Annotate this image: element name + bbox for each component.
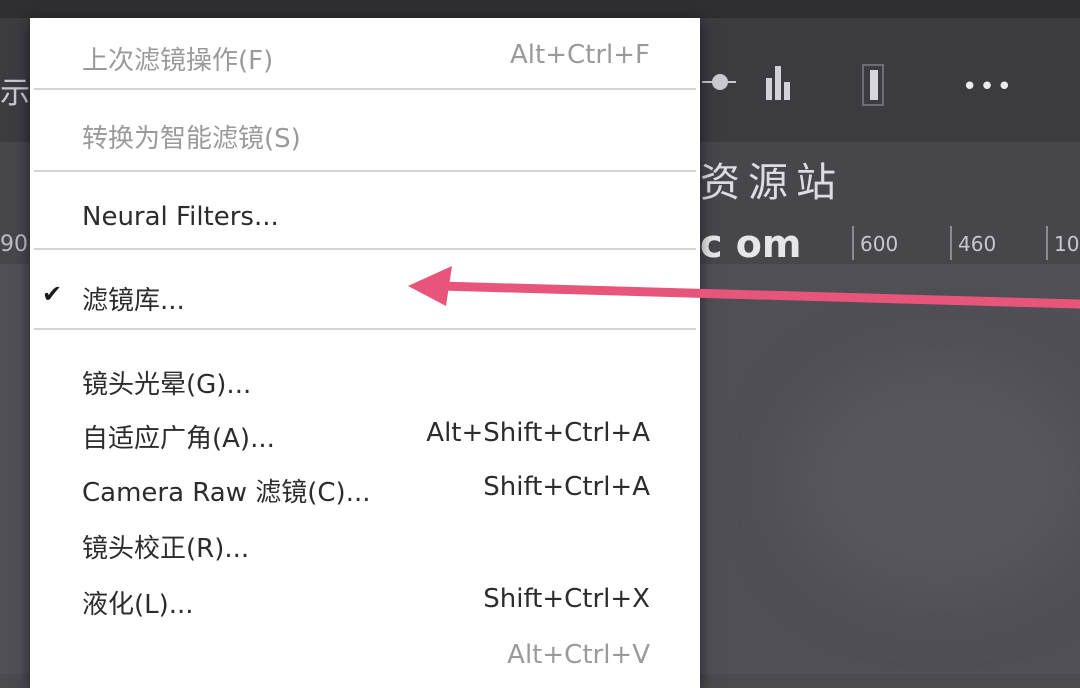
menu-item-camera-raw[interactable]: Camera Raw 滤镜(C)... Shift+Ctrl+A: [30, 464, 700, 508]
menu-item-filter-gallery[interactable]: ✔ 滤镜库...: [30, 272, 700, 316]
menu-separator: [34, 88, 696, 90]
ruler-tick: [852, 226, 854, 260]
menu-separator: [34, 170, 696, 172]
menu-item-label: 镜头校正(R)...: [82, 534, 250, 564]
menu-item-last-filter[interactable]: 上次滤镜操作(F) Alt+Ctrl+F: [30, 32, 700, 76]
watermark-title: 资源站: [700, 160, 844, 206]
menu-item-adaptive-wide-angle[interactable]: 自适应广角(A)... Alt+Shift+Ctrl+A: [30, 410, 700, 454]
ruler-tick-label: 600: [860, 232, 899, 256]
menu-item-label: 液化(L)...: [82, 590, 194, 620]
ruler-tick-label: 10: [1054, 232, 1080, 256]
menu-separator: [34, 328, 696, 330]
menu-item-label: 上次滤镜操作(F): [82, 46, 274, 76]
menu-separator: [34, 248, 696, 250]
ruler-fragment: 90: [0, 232, 28, 257]
menu-item-shortcut: Shift+Ctrl+X: [483, 584, 650, 614]
menu-item-label: Neural Filters...: [82, 202, 279, 232]
menu-item-shortcut: Alt+Shift+Ctrl+A: [426, 418, 650, 448]
ruler-tick-label: 460: [958, 232, 997, 256]
watermark-domain: c om: [700, 222, 802, 266]
menu-item-shortcut: Alt+Ctrl+F: [510, 40, 650, 70]
histogram-icon[interactable]: [764, 66, 794, 100]
menu-item-label: 自适应广角(A)...: [82, 424, 275, 454]
menu-item-neural-filters[interactable]: Neural Filters...: [30, 194, 700, 238]
warp-tool-icon[interactable]: [702, 74, 736, 90]
checkmark-icon: ✔: [42, 280, 63, 308]
panel-toggle-icon[interactable]: [862, 64, 884, 106]
menu-item-vanishing-point[interactable]: Alt+Ctrl+V: [30, 632, 700, 676]
menu-item-label: Camera Raw 滤镜(C)...: [82, 478, 371, 508]
menu-item-lens-correction[interactable]: 镜头校正(R)...: [30, 520, 700, 564]
menu-item-shortcut: Shift+Ctrl+A: [483, 472, 650, 502]
ruler-tick: [950, 226, 952, 260]
menu-item-liquify[interactable]: 液化(L)... Shift+Ctrl+X: [30, 576, 700, 620]
ruler-tick: [1046, 226, 1048, 260]
menu-item-label: 转换为智能滤镜(S): [82, 124, 301, 154]
filter-menu: 上次滤镜操作(F) Alt+Ctrl+F 转换为智能滤镜(S) Neural F…: [30, 18, 700, 688]
menu-item-shortcut: Alt+Ctrl+V: [507, 640, 650, 670]
menu-item-label: 滤镜库...: [82, 286, 185, 316]
more-icon[interactable]: •••: [962, 72, 1014, 102]
menu-item-label: 镜头光晕(G)...: [82, 370, 252, 400]
menu-item-convert-smart-filter[interactable]: 转换为智能滤镜(S): [30, 110, 700, 154]
menu-bar-fragment[interactable]: 示: [0, 68, 32, 112]
canvas-shadow: [790, 360, 1080, 600]
menu-item-lens-flare[interactable]: 镜头光晕(G)...: [30, 356, 700, 400]
app-title-bar: [0, 0, 1080, 18]
